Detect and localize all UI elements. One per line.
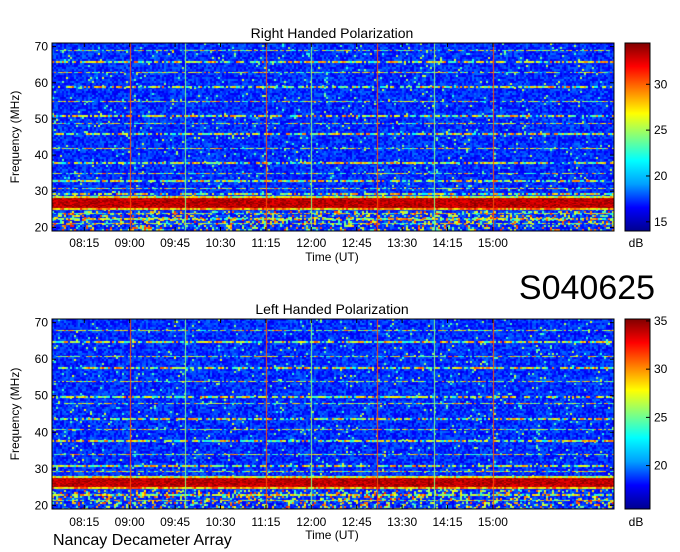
x-tick-label: 08:15	[69, 515, 99, 529]
right-colorbar: 15 20 25 30	[624, 42, 668, 232]
right-y-axis-label: Frequency (MHz)	[8, 91, 22, 184]
y-tick-label: 20	[35, 220, 49, 234]
x-tick-label: 13:30	[387, 515, 417, 529]
colorbar-gradient	[624, 318, 651, 510]
x-tick-label: 10:30	[205, 236, 235, 250]
heatmap-image	[52, 319, 614, 509]
y-tick-label: 30	[35, 462, 49, 476]
colorbar-tick-label: 20	[654, 169, 668, 183]
x-tick-label: 12:45	[342, 515, 372, 529]
y-tick-label: 40	[35, 425, 49, 439]
x-tick-label: 09:45	[160, 236, 190, 250]
x-tick-label: 11:15	[251, 515, 280, 529]
y-tick-label: 50	[35, 112, 49, 126]
x-tick-label: 10:30	[205, 515, 235, 529]
colorbar-tick-label: 30	[654, 77, 668, 91]
x-tick-label: 09:00	[115, 515, 145, 529]
spectrogram-figure: Right Handed Polarization 08:15 09:00 09:4…	[8, 25, 668, 549]
colorbar-tick-label: 20	[654, 459, 668, 473]
station-code-label: S040625	[519, 269, 655, 307]
x-tick-label: 15:00	[478, 236, 508, 250]
y-tick-label: 70	[35, 40, 49, 54]
y-tick-label: 40	[35, 148, 49, 162]
colorbar-tick-label: 15	[654, 215, 668, 229]
x-tick-label: 11:15	[251, 236, 280, 250]
colorbar-tick-label: 30	[654, 362, 668, 376]
left-heatmap	[52, 319, 614, 509]
colorbar-tick-label: 25	[654, 410, 668, 424]
left-polarization-panel: Left Handed Polarization 08:15 09:00 09:45…	[8, 301, 668, 542]
y-tick-label: 60	[35, 352, 49, 366]
y-tick-label: 70	[35, 316, 49, 330]
left-panel-title: Left Handed Polarization	[255, 301, 408, 317]
x-tick-label: 12:00	[296, 515, 326, 529]
right-colorbar-label: dB	[629, 236, 644, 250]
left-y-axis-label: Frequency (MHz)	[8, 368, 22, 461]
y-tick-label: 60	[35, 76, 49, 90]
x-tick-label: 14:15	[433, 236, 463, 250]
colorbar-gradient	[624, 42, 651, 232]
x-tick-label: 12:00	[296, 236, 326, 250]
x-tick-label: 08:15	[69, 236, 99, 250]
x-tick-label: 15:00	[478, 515, 508, 529]
right-heatmap	[52, 43, 614, 231]
x-tick-label: 09:45	[160, 515, 190, 529]
left-colorbar: 20 25 30 35	[624, 314, 668, 510]
left-x-axis-label: Time (UT)	[305, 528, 359, 542]
y-tick-label: 20	[35, 498, 49, 512]
colorbar-tick-label: 35	[654, 314, 668, 328]
y-tick-label: 50	[35, 389, 49, 403]
x-tick-label: 12:45	[342, 236, 372, 250]
y-tick-label: 30	[35, 184, 49, 198]
heatmap-image	[52, 43, 614, 231]
colorbar-tick-label: 25	[654, 123, 668, 137]
x-tick-label: 13:30	[387, 236, 417, 250]
x-tick-label: 14:15	[433, 515, 463, 529]
footer-label: Nancay Decameter Array	[53, 532, 232, 549]
right-x-axis-label: Time (UT)	[305, 250, 359, 264]
left-colorbar-label: dB	[629, 515, 644, 529]
right-panel-title: Right Handed Polarization	[251, 25, 414, 41]
right-polarization-panel: Right Handed Polarization 08:15 09:00 09:4…	[8, 25, 668, 264]
x-tick-label: 09:00	[115, 236, 145, 250]
